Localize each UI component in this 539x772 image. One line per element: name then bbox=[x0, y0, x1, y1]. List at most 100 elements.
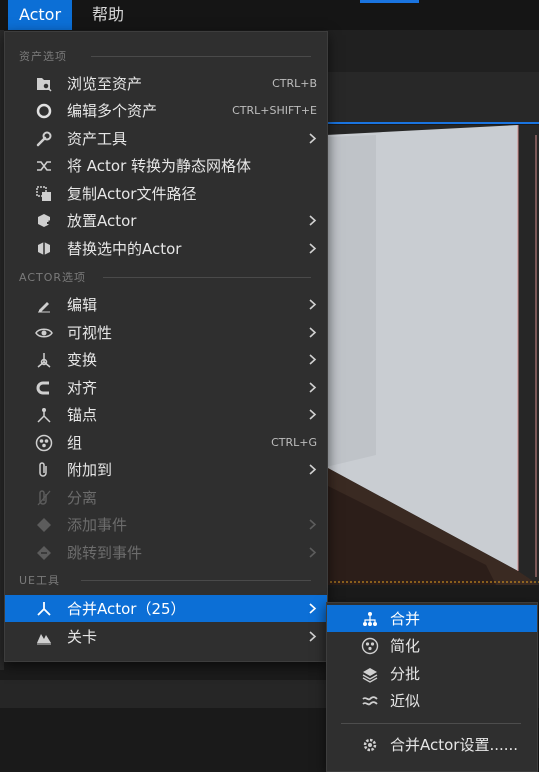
item-shortcut: CTRL+B bbox=[272, 77, 317, 90]
item-label: 分离 bbox=[67, 489, 98, 507]
menubar-actor[interactable]: Actor bbox=[8, 0, 72, 30]
item-label: 合并Actor（25） bbox=[67, 600, 186, 618]
section-divider bbox=[103, 277, 311, 278]
chevron-right-icon bbox=[309, 464, 317, 475]
section-divider bbox=[91, 56, 311, 57]
submenu-label: 合并Actor设置...... bbox=[390, 736, 519, 754]
item-shortcut: CTRL+G bbox=[271, 436, 317, 449]
menu-item-asset-tools[interactable]: 资产工具 bbox=[5, 125, 327, 152]
batch-icon bbox=[362, 668, 378, 683]
item-label: 跳转到事件 bbox=[67, 544, 143, 562]
merge-tree-icon bbox=[363, 612, 377, 626]
actor-dropdown-menu: 资产选项 浏览至资产 CTRL+B 编辑多个资产 CTRL+SHIFT+E 资产… bbox=[4, 31, 328, 662]
gear-icon bbox=[363, 738, 377, 752]
item-label: 将 Actor 转换为静态网格体 bbox=[67, 157, 252, 175]
chevron-right-icon bbox=[309, 603, 317, 614]
copy-path-icon bbox=[36, 186, 51, 201]
submenu-item-batch[interactable]: 分批 bbox=[327, 660, 537, 687]
chevron-right-icon bbox=[309, 354, 317, 365]
tab-accent bbox=[360, 0, 419, 3]
wrench-icon bbox=[36, 131, 52, 147]
menu-item-level[interactable]: 关卡 bbox=[5, 623, 327, 650]
chevron-right-icon bbox=[309, 133, 317, 144]
item-label: 组 bbox=[67, 434, 83, 452]
section-divider bbox=[81, 580, 311, 581]
item-label: 添加事件 bbox=[67, 516, 128, 534]
chevron-right-icon bbox=[309, 519, 317, 530]
viewport-scene bbox=[326, 125, 539, 585]
jump-event-icon bbox=[37, 546, 51, 560]
submenu-label: 简化 bbox=[390, 637, 421, 655]
submenu-item-approximate[interactable]: 近似 bbox=[327, 687, 537, 714]
menu-item-replace-selected-actor[interactable]: 替换选中的Actor bbox=[5, 235, 327, 262]
editor-toolbar-row bbox=[326, 72, 539, 124]
menu-item-edit-multiple-assets[interactable]: 编辑多个资产 CTRL+SHIFT+E bbox=[5, 97, 327, 124]
item-label: 编辑多个资产 bbox=[67, 102, 158, 120]
item-label: 资产工具 bbox=[67, 130, 128, 148]
item-label: 附加到 bbox=[67, 461, 113, 479]
magnet-icon bbox=[36, 381, 49, 395]
convert-icon bbox=[37, 161, 51, 171]
menu-item-place-actor[interactable]: 放置Actor bbox=[5, 207, 327, 234]
editor-toolbar bbox=[326, 30, 539, 72]
menu-bar: Actor 帮助 bbox=[0, 0, 539, 30]
menu-item-add-event[interactable]: 添加事件 bbox=[5, 511, 327, 538]
group-icon bbox=[35, 434, 53, 452]
menu-item-detach[interactable]: 分离 bbox=[5, 484, 327, 511]
eye-icon bbox=[35, 328, 53, 338]
item-label: 替换选中的Actor bbox=[67, 240, 182, 258]
menu-item-group[interactable]: 组 CTRL+G bbox=[5, 429, 327, 456]
menu-item-jump-to-event[interactable]: 跳转到事件 bbox=[5, 539, 327, 566]
menu-item-merge-actors[interactable]: 合并Actor（25） bbox=[5, 595, 327, 622]
chevron-right-icon bbox=[309, 243, 317, 254]
item-label: 锚点 bbox=[67, 406, 98, 424]
menu-item-snap[interactable]: 对齐 bbox=[5, 374, 327, 401]
menu-item-copy-actor-path[interactable]: 复制Actor文件路径 bbox=[5, 180, 327, 207]
merge-actors-submenu: 合并 简化 分批 近似 合并Actor设置...... bbox=[326, 602, 538, 772]
item-shortcut: CTRL+SHIFT+E bbox=[232, 104, 317, 117]
chevron-right-icon bbox=[309, 547, 317, 558]
approx-icon bbox=[362, 696, 378, 706]
pivot-icon bbox=[37, 408, 51, 423]
submenu-label: 分批 bbox=[390, 665, 421, 683]
section-ue-tools: UE工具 bbox=[19, 574, 61, 587]
pencil-icon bbox=[38, 302, 50, 313]
item-label: 复制Actor文件路径 bbox=[67, 185, 197, 203]
menu-item-attach-to[interactable]: 附加到 bbox=[5, 456, 327, 483]
menu-item-convert-to-static-mesh[interactable]: 将 Actor 转换为静态网格体 bbox=[5, 152, 327, 179]
menu-item-pivot[interactable]: 锚点 bbox=[5, 401, 327, 428]
place-actor-icon bbox=[38, 214, 52, 227]
level-viewport[interactable] bbox=[326, 125, 539, 585]
item-label: 编辑 bbox=[67, 296, 98, 314]
menu-item-edit[interactable]: 编辑 bbox=[5, 291, 327, 318]
section-asset-options: 资产选项 bbox=[19, 50, 67, 63]
detach-icon bbox=[37, 490, 51, 506]
submenu-divider bbox=[341, 723, 521, 724]
submenu-item-merge-settings[interactable]: 合并Actor设置...... bbox=[327, 731, 537, 758]
submenu-item-simplify[interactable]: 简化 bbox=[327, 632, 537, 659]
menu-item-browse-to-asset[interactable]: 浏览至资产 CTRL+B bbox=[5, 70, 327, 97]
chevron-right-icon bbox=[309, 215, 317, 226]
menu-item-visibility[interactable]: 可视性 bbox=[5, 319, 327, 346]
item-label: 浏览至资产 bbox=[67, 75, 143, 93]
menubar-help[interactable]: 帮助 bbox=[80, 0, 136, 30]
submenu-label: 合并 bbox=[390, 610, 421, 628]
level-icon bbox=[37, 634, 51, 645]
menu-item-transform[interactable]: 变换 bbox=[5, 346, 327, 373]
chevron-right-icon bbox=[309, 382, 317, 393]
add-event-icon bbox=[37, 518, 51, 532]
item-label: 可视性 bbox=[67, 324, 113, 342]
submenu-item-merge[interactable]: 合并 bbox=[327, 605, 537, 632]
circle-icon bbox=[36, 103, 52, 119]
browse-icon bbox=[37, 78, 52, 92]
item-label: 关卡 bbox=[67, 628, 98, 646]
item-label: 变换 bbox=[67, 351, 98, 369]
item-label: 对齐 bbox=[67, 379, 98, 397]
paperclip-icon bbox=[39, 462, 47, 477]
chevron-right-icon bbox=[309, 409, 317, 420]
transform-icon bbox=[37, 353, 51, 368]
replace-actor-icon bbox=[38, 242, 50, 255]
chevron-right-icon bbox=[309, 631, 317, 642]
chevron-right-icon bbox=[309, 327, 317, 338]
section-actor-options: ACTOR选项 bbox=[19, 271, 87, 284]
